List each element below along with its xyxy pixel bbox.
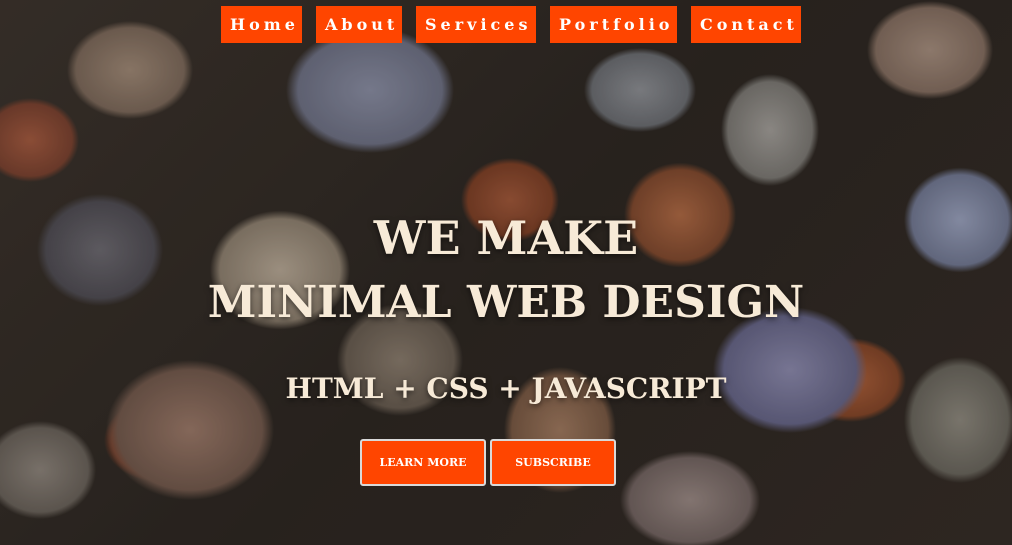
main-navigation: Home About Services Portfolio Contact	[221, 6, 801, 43]
nav-item-services[interactable]: Services	[416, 6, 536, 43]
nav-item-portfolio[interactable]: Portfolio	[550, 6, 677, 43]
hero-subtitle: HTML + CSS + JAVASCRIPT	[285, 372, 727, 405]
cta-button-group: LEARN MORE SUBSCRIBE	[360, 439, 616, 486]
nav-item-about[interactable]: About	[316, 6, 402, 43]
nav-item-home[interactable]: Home	[221, 6, 302, 43]
learn-more-button[interactable]: LEARN MORE	[360, 439, 486, 486]
subscribe-button[interactable]: SUBSCRIBE	[490, 439, 616, 486]
nav-item-contact[interactable]: Contact	[691, 6, 801, 43]
hero-title-line-2: MINIMAL WEB DESIGN	[207, 277, 805, 328]
hero-title-line-1: WE MAKE	[373, 211, 639, 265]
